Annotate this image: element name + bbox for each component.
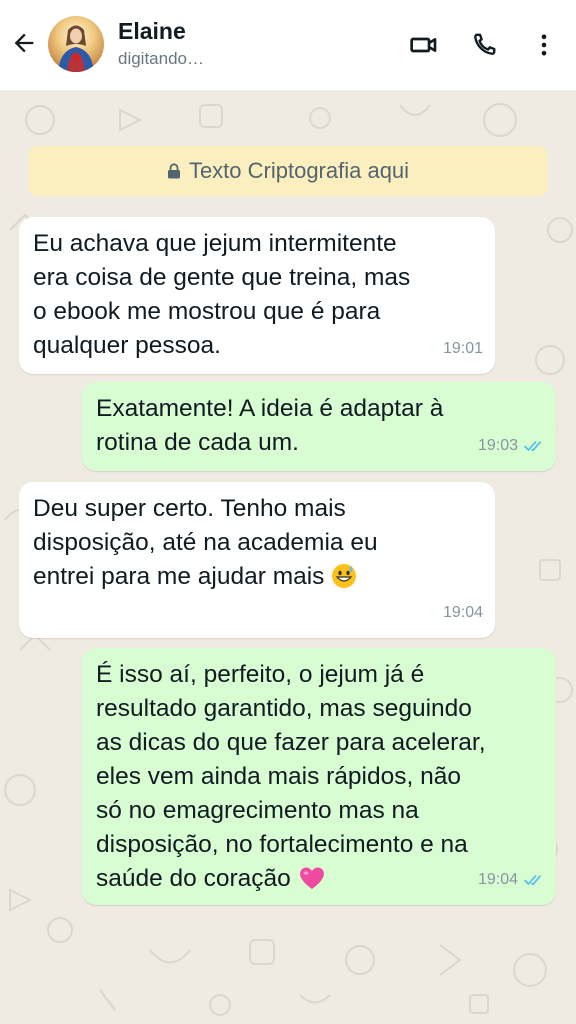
read-ticks-icon	[524, 440, 544, 452]
message-line: o ebook me mostrou que é para	[33, 298, 381, 325]
back-arrow-icon[interactable]	[6, 25, 42, 61]
read-ticks-icon	[524, 874, 544, 886]
phone-icon[interactable]	[466, 27, 502, 63]
video-call-icon[interactable]	[405, 27, 441, 63]
message-line: só no emagrecimento mas na	[96, 797, 419, 824]
message-line: resultado garantido, mas seguindo	[96, 695, 472, 722]
message-time: 19:01	[442, 340, 483, 357]
message-line: disposição, no fortalecimento e na	[96, 831, 468, 858]
message-line: disposição, até na academia eu	[33, 529, 378, 556]
message-line: Deu super certo. Tenho mais	[33, 495, 346, 522]
message-line: rotina de cada um.	[96, 429, 299, 456]
message-line: entrei para me ajudar mais	[33, 563, 325, 590]
message-line: era coisa de gente que treina, mas	[33, 264, 411, 291]
encryption-banner[interactable]: Texto Criptografia aqui	[28, 146, 548, 196]
message-bubble-outgoing[interactable]: Exatamente! A ideia é adaptar à rotina d…	[82, 382, 556, 471]
lock-icon	[167, 163, 181, 179]
message-line: as dicas do que fazer para acelerar,	[96, 729, 486, 756]
avatar[interactable]	[48, 16, 104, 72]
more-vert-icon[interactable]	[526, 27, 562, 63]
message-time: 19:04	[477, 871, 518, 888]
message-line: eles vem ainda mais rápidos, não	[96, 763, 461, 790]
message-line: saúde do coração	[96, 865, 291, 892]
grinning-sweat-emoji-icon	[331, 563, 357, 599]
typing-status: digitando…	[118, 49, 205, 68]
chat-area[interactable]: Texto Criptografia aqui Eu achava que je…	[0, 90, 576, 1024]
pink-heart-emoji-icon	[298, 865, 326, 901]
chat-header: Elaine digitando…	[0, 0, 576, 90]
contact-info[interactable]: Elaine digitando…	[118, 17, 204, 71]
message-bubble-outgoing[interactable]: É isso aí, perfeito, o jejum já é result…	[82, 648, 556, 905]
message-time: 19:04	[442, 604, 483, 621]
message-line: qualquer pessoa.	[33, 332, 221, 359]
message-bubble-incoming[interactable]: Deu super certo. Tenho mais disposição, …	[19, 482, 495, 638]
message-line: Exatamente! A ideia é adaptar à	[96, 395, 444, 422]
contact-name: Elaine	[118, 18, 186, 44]
message-time: 19:03	[477, 437, 518, 454]
message-bubble-incoming[interactable]: Eu achava que jejum intermitente era coi…	[19, 217, 495, 374]
message-line: Eu achava que jejum intermitente	[33, 230, 397, 257]
message-line: É isso aí, perfeito, o jejum já é	[96, 661, 425, 688]
encryption-text: Texto Criptografia aqui	[188, 158, 410, 183]
